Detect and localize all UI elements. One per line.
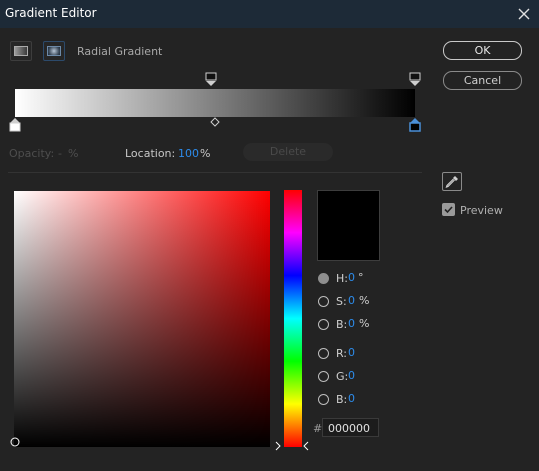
linear-gradient-icon [14, 46, 28, 56]
field-cursor[interactable] [10, 437, 22, 449]
green-input[interactable]: 0 [348, 369, 355, 382]
blue-label: B: [336, 393, 348, 406]
eyedropper-icon [445, 176, 458, 188]
hex-prefix: # [313, 422, 323, 435]
radial-gradient-icon [47, 46, 61, 56]
red-label: R: [336, 347, 348, 360]
linear-gradient-button[interactable] [10, 41, 32, 61]
cancel-button[interactable]: Cancel [443, 71, 522, 90]
gradient-preview-bar[interactable] [15, 89, 415, 117]
hue-slider-handle-right[interactable] [303, 441, 309, 451]
divider [8, 172, 422, 173]
location-label: Location: [125, 147, 176, 160]
delete-button[interactable]: Delete [243, 143, 333, 161]
color-swatch [317, 190, 380, 261]
hex-input[interactable]: 000000 [322, 418, 379, 437]
title-bar: Gradient Editor [0, 0, 539, 28]
radio-brightness[interactable] [318, 319, 329, 330]
opacity-stop-end[interactable] [409, 72, 421, 86]
opacity-stop-midpoint[interactable] [205, 72, 217, 86]
opacity-label: Opacity: [9, 147, 55, 160]
radial-gradient-button[interactable] [43, 41, 65, 61]
eyedropper-button[interactable] [442, 172, 462, 191]
midpoint-diamond-icon[interactable] [210, 117, 220, 127]
hue-input[interactable]: 0 [348, 271, 355, 284]
color-stop-end[interactable] [409, 118, 421, 132]
radio-hue[interactable] [318, 273, 329, 284]
saturation-brightness-field[interactable] [14, 191, 270, 447]
opacity-value: - [58, 147, 62, 160]
brightness-unit: % [359, 317, 370, 330]
saturation-input[interactable]: 0 [348, 294, 355, 307]
green-label: G: [336, 370, 349, 383]
gradient-type-label: Radial Gradient [77, 45, 163, 58]
hue-unit: ° [358, 271, 364, 284]
preview-label: Preview [460, 204, 503, 217]
hue-slider[interactable] [284, 190, 302, 447]
brightness-input[interactable]: 0 [348, 317, 355, 330]
radio-saturation[interactable] [318, 296, 329, 307]
saturation-unit: % [359, 294, 370, 307]
preview-checkbox[interactable] [442, 203, 455, 216]
saturation-label: S: [336, 295, 347, 308]
color-stop-start[interactable] [9, 118, 21, 132]
window-title: Gradient Editor [5, 6, 97, 20]
brightness-label: B: [336, 318, 348, 331]
red-input[interactable]: 0 [348, 346, 355, 359]
hue-label: H: [336, 272, 348, 285]
radio-blue[interactable] [318, 394, 329, 405]
hue-slider-handle-left[interactable] [275, 441, 281, 451]
radio-green[interactable] [318, 371, 329, 382]
location-input[interactable]: 100 [178, 147, 199, 160]
location-unit: % [200, 147, 211, 160]
close-icon[interactable] [513, 3, 535, 25]
blue-input[interactable]: 0 [348, 392, 355, 405]
checkbox-icon [444, 206, 453, 214]
ok-button[interactable]: OK [443, 41, 522, 60]
opacity-unit: % [68, 147, 79, 160]
radio-red[interactable] [318, 348, 329, 359]
